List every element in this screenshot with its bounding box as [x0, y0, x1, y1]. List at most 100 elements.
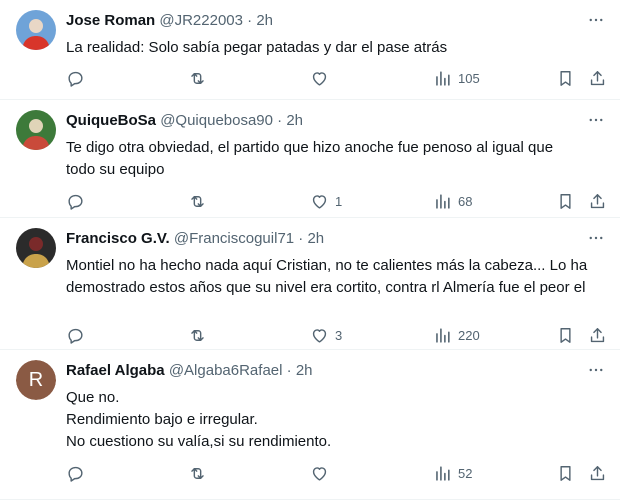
retweet-icon — [188, 192, 207, 211]
bookmark-icon — [556, 464, 575, 483]
separator-dot: · — [294, 230, 308, 247]
views-chart-icon — [433, 69, 452, 88]
share-icon — [588, 69, 607, 88]
heart-icon — [310, 192, 329, 211]
retweet-button[interactable] — [188, 461, 213, 485]
bookmark-icon — [556, 326, 575, 345]
share-icon — [588, 464, 607, 483]
retweet-button[interactable] — [188, 323, 213, 347]
share-icon — [588, 192, 607, 211]
views-button[interactable]: 105 — [433, 66, 480, 90]
views-count: 105 — [458, 70, 480, 86]
separator-dot: · — [282, 362, 296, 379]
reply-icon — [66, 192, 85, 211]
likes-count: 3 — [335, 327, 343, 343]
more-options-icon[interactable] — [586, 360, 606, 380]
views-chart-icon — [433, 464, 452, 483]
bookmark-icon — [556, 192, 575, 211]
like-button[interactable]: 3 — [310, 323, 342, 347]
share-button[interactable] — [588, 66, 607, 90]
more-options-icon[interactable] — [586, 10, 606, 30]
avatar-letter: R — [16, 360, 56, 400]
tweet-text-line: Que no. — [66, 389, 120, 406]
avatar[interactable]: R — [16, 360, 56, 400]
reply-icon — [66, 326, 85, 345]
more-options-icon[interactable] — [586, 110, 606, 130]
tweet-text-line: todo su equipo — [66, 161, 165, 178]
timestamp[interactable]: 2h — [296, 362, 313, 379]
user-handle[interactable]: @JR222003 — [159, 12, 243, 29]
bookmark-button[interactable] — [556, 189, 575, 213]
retweet-button[interactable] — [188, 66, 213, 90]
reply-icon — [66, 464, 85, 483]
action-bar: 52 — [0, 461, 620, 485]
views-button[interactable]: 52 — [433, 461, 472, 485]
retweet-button[interactable] — [188, 189, 213, 213]
tweet-header: Rafael Algaba @Algaba6Rafael · 2h — [66, 362, 313, 380]
tweet-text-line: demostrado estos años que su nivel era c… — [66, 279, 586, 296]
tweet-header: Francisco G.V. @Franciscoguil71 · 2h — [66, 230, 324, 248]
tweet-header: QuiqueBoSa @Quiquebosa90 · 2h — [66, 112, 303, 130]
bookmark-button[interactable] — [556, 66, 575, 90]
avatar[interactable] — [16, 10, 56, 50]
display-name[interactable]: Jose Roman — [66, 12, 155, 29]
tweet-text: Montiel no ha hecho nada aquí Cristian, … — [66, 255, 606, 299]
separator-dot: · — [273, 112, 287, 129]
heart-icon — [310, 326, 329, 345]
tweet-text-line: La realidad: Solo sabía pegar patadas y … — [66, 39, 448, 56]
views-button[interactable]: 68 — [433, 189, 472, 213]
reply-button[interactable] — [66, 323, 91, 347]
reply-button[interactable] — [66, 461, 91, 485]
views-chart-icon — [433, 192, 452, 211]
views-count: 220 — [458, 327, 480, 343]
bookmark-button[interactable] — [556, 323, 575, 347]
separator-dot: · — [243, 12, 257, 29]
heart-icon — [310, 69, 329, 88]
action-bar: 3 220 — [0, 323, 620, 347]
share-button[interactable] — [588, 189, 607, 213]
share-button[interactable] — [588, 461, 607, 485]
retweet-icon — [188, 69, 207, 88]
user-handle[interactable]: @Quiquebosa90 — [160, 112, 273, 129]
user-handle[interactable]: @Franciscoguil71 — [174, 230, 294, 247]
retweet-icon — [188, 326, 207, 345]
avatar[interactable] — [16, 228, 56, 268]
views-button[interactable]: 220 — [433, 323, 480, 347]
share-button[interactable] — [588, 323, 607, 347]
display-name[interactable]: Francisco G.V. — [66, 230, 170, 247]
views-count: 52 — [458, 465, 473, 481]
like-button[interactable] — [310, 66, 335, 90]
tweet-text: Que no. Rendimiento bajo e irregular. No c… — [66, 387, 606, 453]
action-bar: 1 68 — [0, 189, 620, 213]
timestamp[interactable]: 2h — [286, 112, 303, 129]
tweet[interactable]: R Rafael Algaba @Algaba6Rafael · 2h Que no… — [0, 350, 620, 500]
heart-icon — [310, 464, 329, 483]
reply-button[interactable] — [66, 189, 91, 213]
views-count: 68 — [458, 193, 473, 209]
tweet-header: Jose Roman @JR222003 · 2h — [66, 12, 273, 30]
reply-icon — [66, 69, 85, 88]
tweet-text-line: Montiel no ha hecho nada aquí Cristian, … — [66, 257, 588, 274]
timestamp[interactable]: 2h — [256, 12, 273, 29]
more-options-icon[interactable] — [586, 228, 606, 248]
likes-count: 1 — [335, 193, 343, 209]
tweet-text-line: Te digo otra obviedad, el partido que hi… — [66, 139, 554, 156]
tweet-text-line: Rendimiento bajo e irregular. — [66, 411, 258, 428]
retweet-icon — [188, 464, 207, 483]
share-icon — [588, 326, 607, 345]
tweet[interactable]: QuiqueBoSa @Quiquebosa90 · 2h Te digo otr… — [0, 100, 620, 218]
bookmark-icon — [556, 69, 575, 88]
like-button[interactable] — [310, 461, 335, 485]
like-button[interactable]: 1 — [310, 189, 342, 213]
avatar[interactable] — [16, 110, 56, 150]
tweet[interactable]: Francisco G.V. @Franciscoguil71 · 2h Mont… — [0, 218, 620, 350]
tweet-text: Te digo otra obviedad, el partido que hi… — [66, 137, 606, 181]
reply-button[interactable] — [66, 66, 91, 90]
user-handle[interactable]: @Algaba6Rafael — [169, 362, 283, 379]
display-name[interactable]: Rafael Algaba — [66, 362, 165, 379]
bookmark-button[interactable] — [556, 461, 575, 485]
timestamp[interactable]: 2h — [307, 230, 324, 247]
display-name[interactable]: QuiqueBoSa — [66, 112, 156, 129]
tweet-text-line: No cuestiono su valía,si su rendimiento. — [66, 433, 332, 450]
tweet[interactable]: Jose Roman @JR222003 · 2h La realidad: So… — [0, 0, 620, 100]
